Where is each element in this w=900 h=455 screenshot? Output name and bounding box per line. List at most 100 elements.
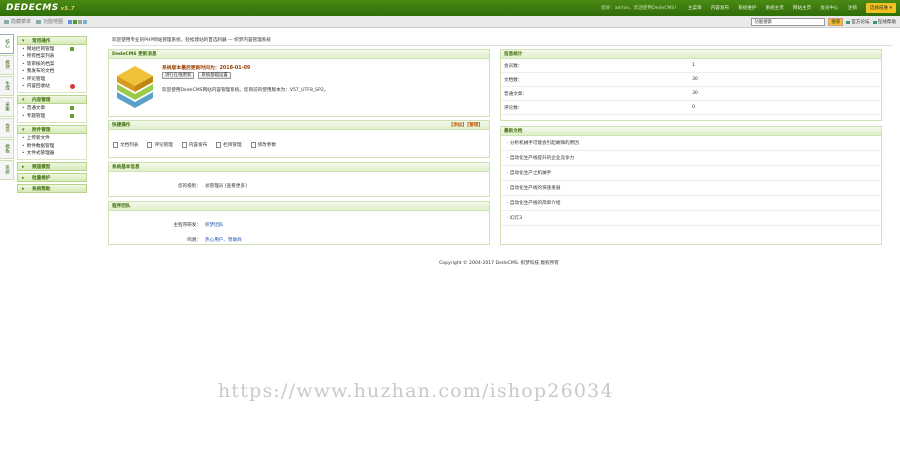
menu-group-header[interactable]: 常用操作: [17, 36, 87, 45]
latest-doc-link[interactable]: · 自动化生产线提升的企业竞争力: [501, 151, 881, 166]
quick-action-label: 文档列表: [120, 143, 139, 148]
update-news-panel: DedeCMS 更新消息 系统版本最后更新时间为：2018-01-09 进行在线…: [108, 49, 490, 117]
menu-item[interactable]: 普通文章: [18, 105, 86, 112]
menu-item[interactable]: 内容回收站: [18, 83, 86, 90]
online-update-button[interactable]: 进行在线更新: [162, 72, 195, 79]
skin-swatch[interactable]: [83, 19, 88, 24]
skin-swatch[interactable]: [68, 19, 73, 24]
online-help-label: 在线帮助: [877, 20, 896, 25]
level-value[interactable]: 总管理员 [查看更多]: [205, 183, 247, 189]
search-button[interactable]: 搜索: [828, 18, 844, 26]
thanks-label: 鸣谢：: [187, 238, 201, 243]
skin-swatch[interactable]: [78, 19, 83, 24]
menu-item-label: 所有档案列表: [26, 54, 55, 60]
watermark: https://www.huzhan.com/ishop26034: [218, 380, 614, 402]
nav-publish[interactable]: 内容发布: [711, 5, 729, 11]
side-tab-module[interactable]: 模块: [0, 55, 14, 75]
function-map-label: 功能地图: [43, 19, 64, 25]
add-icon[interactable]: [70, 106, 74, 111]
latest-doc-link[interactable]: · 自动化生产线的简单介绍: [501, 196, 881, 211]
stats-row: 会员数： 1: [501, 59, 881, 73]
menu-item[interactable]: 文件式管理器: [18, 150, 86, 157]
menu-item[interactable]: 等审核的档案: [18, 61, 86, 68]
document-icon: [113, 142, 118, 148]
quick-action-link[interactable]: 文档列表: [113, 142, 138, 148]
team-title: 程序团队: [109, 202, 489, 211]
menu-item[interactable]: 我发布的文档: [18, 68, 86, 75]
latest-doc-link[interactable]: · 自动化生产线的快速发展: [501, 181, 881, 196]
quick-actions-list: 文档列表 评论管理 内容发布 栏目管理 修改参数: [109, 130, 489, 148]
nav-site-home[interactable]: 网站主页: [793, 5, 811, 11]
quick-action-link[interactable]: 修改参数: [250, 142, 276, 148]
menu-item-label: 附件数据管理: [26, 143, 55, 149]
quick-action-link[interactable]: 评论管理: [147, 142, 173, 148]
document-icon: [147, 142, 153, 148]
skin-swatch[interactable]: [73, 19, 78, 24]
menu-item[interactable]: 附件数据管理: [18, 143, 86, 150]
menu-group-header[interactable]: 附件管理: [17, 125, 87, 135]
latest-doc-link[interactable]: · 分析机械手可能会引起故障的原因: [501, 136, 881, 151]
nav-maintain[interactable]: 系统维护: [738, 5, 756, 11]
menu-item-label: 上传新文件: [26, 136, 50, 142]
side-tab-template[interactable]: 模板: [0, 139, 14, 159]
nav-member-center[interactable]: 会员中心: [820, 5, 838, 11]
side-tab-collect[interactable]: 采集: [0, 97, 14, 117]
welcome-text: 欢迎使用DedeCMS网站内容管理系统。您目前的使用版本为：V57_UTF8_S…: [162, 88, 329, 93]
skin-select-button[interactable]: 选择皮肤 ▾: [865, 3, 896, 13]
search-input[interactable]: 功能搜索: [751, 18, 826, 26]
menu-item-label: 文件式管理器: [26, 150, 55, 156]
official-forum-label: 官方论坛: [851, 20, 870, 25]
latest-docs-title: 最新文档: [501, 127, 881, 136]
update-buttons: 进行在线更新 系统基础设置: [162, 72, 231, 79]
add-manage-link[interactable]: 【添加】【管理】: [449, 121, 483, 130]
system-settings-button[interactable]: 系统基础设置: [198, 72, 231, 79]
menu-item[interactable]: 所有档案列表: [18, 53, 86, 60]
menu-item[interactable]: 专题管理: [18, 113, 86, 120]
menu-group-header[interactable]: 内容管理: [17, 95, 87, 105]
add-icon[interactable]: [70, 113, 74, 118]
menu-item[interactable]: 评论管理: [18, 76, 86, 83]
quick-action-label: 评论管理: [154, 143, 173, 148]
nav-main-menu[interactable]: 主菜单: [688, 5, 702, 11]
document-icon: [181, 142, 187, 148]
menu-group-header[interactable]: 批量维护: [17, 173, 87, 183]
breadcrumb: 欢迎使用专业的PHP网站管理系统，轻松建站的首选利器 — 织梦内容管理系统: [112, 35, 892, 46]
side-tab-member[interactable]: 会员: [0, 118, 14, 138]
dev-value-link[interactable]: 织梦团队: [205, 222, 223, 228]
online-help-link[interactable]: 在线帮助: [872, 19, 896, 25]
nav-system-home[interactable]: 系统主页: [765, 5, 783, 11]
hide-menu-link[interactable]: 隐藏菜单: [4, 18, 31, 25]
thanks-value-link[interactable]: 热心用户、赞助商: [205, 237, 242, 243]
stats-value: 30: [692, 77, 698, 82]
quick-action-label: 栏目管理: [223, 143, 242, 148]
official-forum-link[interactable]: 官方论坛: [846, 19, 870, 25]
menu-group-header[interactable]: 频道模型: [17, 162, 87, 172]
menu-item[interactable]: 上传新文件: [18, 135, 86, 142]
stats-panel: 信息统计 会员数： 1 文档数： 30 普通文章： 30 评论数： 0: [500, 49, 882, 121]
hide-menu-icon: [4, 19, 9, 24]
stats-table: 会员数： 1 文档数： 30 普通文章： 30 评论数： 0: [501, 59, 881, 115]
side-tab-core[interactable]: 核心: [0, 34, 14, 54]
nav-logout[interactable]: 注销: [848, 5, 857, 11]
side-tab-generate[interactable]: 生成: [0, 76, 14, 96]
function-map-link[interactable]: 功能地图: [36, 18, 63, 25]
hide-menu-label: 隐藏菜单: [11, 19, 32, 25]
dev-label: 主程序研发：: [173, 223, 201, 228]
top-header: DEDECMS v5.7 您好：admin，欢迎使用DedeCMS！ 主菜单 内容…: [0, 0, 900, 16]
menu-item[interactable]: 网站栏目管理: [18, 46, 86, 53]
document-icon: [216, 142, 222, 148]
cube-logo-icon: [117, 66, 153, 108]
quick-actions-title: 快捷操作 【添加】【管理】: [109, 121, 489, 130]
stats-label: 评论数：: [504, 106, 523, 111]
stats-label: 普通文章：: [504, 92, 527, 97]
menu-item-label: 评论管理: [26, 76, 46, 82]
side-tabs: 核心 模块 生成 采集 会员 模板 系统: [0, 34, 15, 194]
menu-group-header[interactable]: 系统帮助: [17, 184, 87, 194]
add-icon[interactable]: [70, 47, 74, 51]
latest-doc-link[interactable]: · 自动化生产之机械手: [501, 166, 881, 181]
quick-action-link[interactable]: 栏目管理: [216, 142, 242, 148]
side-tab-system[interactable]: 系统: [0, 160, 14, 180]
welcome-user: 您好：admin，欢迎使用DedeCMS！: [600, 6, 679, 11]
latest-doc-link[interactable]: · 幻灯3: [501, 211, 881, 226]
quick-action-link[interactable]: 内容发布: [181, 142, 207, 148]
